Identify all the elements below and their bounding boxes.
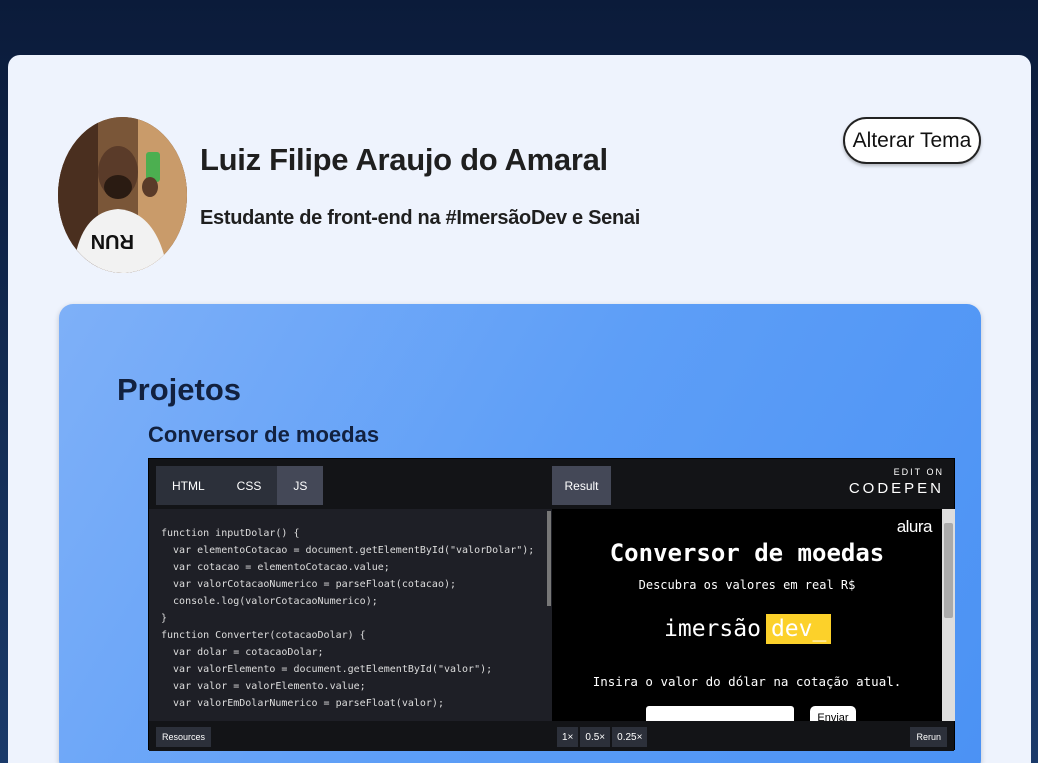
tab-result[interactable]: Result bbox=[552, 466, 611, 505]
brand-left: imersão bbox=[664, 616, 761, 642]
codepen-logo: CODEPEN bbox=[848, 480, 944, 497]
code-line: var elementoCotacao = document.getElemen… bbox=[161, 545, 535, 556]
result-prompt: Insira o valor do dólar na cotação atual… bbox=[592, 674, 902, 689]
tab-js[interactable]: JS bbox=[277, 466, 324, 505]
imersao-dev-logo: imersão dev_ bbox=[664, 609, 832, 649]
brand-right: dev_ bbox=[765, 614, 832, 644]
submit-button[interactable]: Enviar bbox=[810, 706, 856, 721]
result-title: Conversor de moedas bbox=[609, 539, 885, 567]
zoom-1x-button[interactable]: 1× bbox=[557, 727, 579, 747]
result-preview: alura Conversor de moedas Descubra os va… bbox=[552, 509, 942, 721]
tab-html[interactable]: HTML bbox=[156, 466, 221, 505]
codepen-embed: HTML CSS JS Result EDIT ON CODEPEN funct… bbox=[148, 458, 955, 751]
result-subtitle: Descubra os valores em real R$ bbox=[638, 578, 856, 592]
result-scrollbar[interactable] bbox=[942, 509, 955, 721]
code-line: var valorEmDolarNumerico = parseFloat(va… bbox=[161, 698, 444, 709]
zoom-controls: 1× 0.5× 0.25× bbox=[557, 727, 648, 747]
tab-css[interactable]: CSS bbox=[221, 466, 278, 505]
codepen-footer: Resources 1× 0.5× 0.25× Rerun bbox=[149, 721, 954, 751]
projects-title: Projetos bbox=[117, 372, 242, 407]
code-line: function Converter(cotacaoDolar) { bbox=[161, 630, 366, 641]
code-line: var valor = valorElemento.value; bbox=[161, 681, 366, 692]
code-scrollbar[interactable] bbox=[547, 511, 551, 606]
edit-on-codepen-link[interactable]: EDIT ON CODEPEN bbox=[849, 467, 944, 497]
dollar-input[interactable] bbox=[646, 706, 794, 721]
resources-button[interactable]: Resources bbox=[156, 727, 212, 747]
toggle-theme-button[interactable]: Alterar Tema bbox=[843, 117, 981, 164]
code-line: var dolar = cotacaoDolar; bbox=[161, 647, 324, 658]
profile-bio: Estudante de front-end na #ImersãoDev e … bbox=[200, 207, 640, 229]
svg-text:RUN: RUN bbox=[91, 230, 134, 252]
code-line: var cotacao = elementoCotacao.value; bbox=[161, 562, 390, 573]
code-editor[interactable]: function inputDolar() { var elementoCota… bbox=[149, 509, 552, 721]
editor-tabs: HTML CSS JS bbox=[156, 466, 324, 505]
alura-logo: alura bbox=[896, 517, 933, 536]
codepen-header: HTML CSS JS Result EDIT ON CODEPEN bbox=[149, 459, 954, 509]
code-line: var valorCotacaoNumerico = parseFloat(co… bbox=[161, 579, 457, 590]
code-line: var valorElemento = document.getElementB… bbox=[161, 664, 493, 675]
zoom-025x-button[interactable]: 0.25× bbox=[612, 727, 648, 747]
code-line: } bbox=[161, 613, 168, 624]
profile-name: Luiz Filipe Araujo do Amaral bbox=[200, 142, 608, 177]
code-line: function inputDolar() { bbox=[161, 528, 300, 539]
code-line: console.log(valorCotacaoNumerico); bbox=[161, 596, 378, 607]
scrollbar-thumb[interactable] bbox=[944, 523, 953, 618]
project-title: Conversor de moedas bbox=[148, 422, 380, 447]
zoom-05x-button[interactable]: 0.5× bbox=[580, 727, 611, 747]
rerun-button[interactable]: Rerun bbox=[910, 727, 947, 747]
profile-avatar: RUN bbox=[58, 117, 187, 273]
edit-on-label: EDIT ON bbox=[893, 467, 944, 477]
